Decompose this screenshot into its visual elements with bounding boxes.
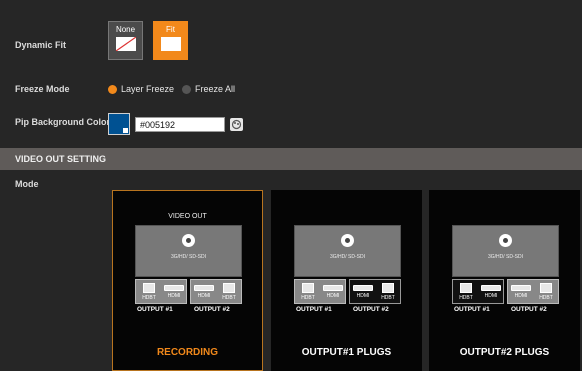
port-label: HDBT — [301, 295, 315, 301]
mode-card-recording[interactable]: VIDEO OUT 3G/HD/ SD-SDI HDBT HDMI HDMI H… — [112, 190, 263, 371]
output-diagram: 3G/HD/ SD-SDI HDBT HDMI HDMI HDBT OUTPUT… — [135, 225, 242, 319]
sdi-panel: 3G/HD/ SD-SDI — [294, 225, 401, 277]
hdmi-port-icon — [194, 285, 214, 291]
mode-card-output1-plugs[interactable]: 3G/HD/ SD-SDI HDBT HDMI HDMI HDBT OUTPUT… — [271, 190, 422, 371]
bnc-connector-icon — [182, 234, 195, 247]
swatch-dropdown-icon — [123, 128, 128, 133]
port-label: HDBT — [222, 295, 236, 301]
fit-none-button[interactable]: None — [108, 21, 143, 60]
port-label: HDMI — [514, 293, 528, 299]
card-title: OUTPUT#2 PLUGS — [459, 347, 550, 358]
hdbt-port-icon — [540, 283, 552, 293]
port-label: HDMI — [484, 293, 498, 299]
hdmi-port-icon — [323, 285, 343, 291]
mode-label: Mode — [15, 179, 39, 189]
fit-none-label: None — [115, 25, 136, 34]
freeze-mode-label: Freeze Mode — [15, 84, 70, 94]
sdi-label: 3G/HD/ SD-SDI — [170, 254, 206, 260]
sdi-panel: 3G/HD/ SD-SDI — [452, 225, 559, 277]
radio-selected-icon — [108, 84, 117, 94]
hdbt-port-icon — [143, 283, 155, 293]
mode-card-output2-plugs[interactable]: 3G/HD/ SD-SDI HDBT HDMI HDMI HDBT OUTPUT… — [429, 190, 580, 371]
port-label: HDBT — [381, 295, 395, 301]
output-2-ports: HDMI HDBT — [349, 279, 401, 304]
port-label: HDMI — [197, 293, 211, 299]
output-2-label: OUTPUT #2 — [353, 306, 389, 313]
video-out-label: VIDEO OUT — [168, 213, 207, 220]
bnc-connector-icon — [499, 234, 512, 247]
hdmi-port-icon — [353, 285, 373, 291]
card-title: OUTPUT#1 PLUGS — [301, 347, 392, 358]
output-1-ports: HDBT HDMI — [294, 279, 346, 304]
output-diagram: 3G/HD/ SD-SDI HDBT HDMI HDMI HDBT OUTPUT… — [452, 225, 559, 319]
sdi-panel: 3G/HD/ SD-SDI — [135, 225, 242, 277]
radio-freeze-all[interactable]: Freeze All — [182, 84, 235, 94]
hdbt-port-icon — [302, 283, 314, 293]
fit-fit-icon — [161, 37, 181, 51]
hdmi-port-icon — [164, 285, 184, 291]
port-label: HDMI — [356, 293, 370, 299]
hdbt-port-icon — [223, 283, 235, 293]
output-1-ports: HDBT HDMI — [452, 279, 504, 304]
card-title: RECORDING — [156, 347, 219, 358]
output-diagram: 3G/HD/ SD-SDI HDBT HDMI HDMI HDBT OUTPUT… — [294, 225, 401, 319]
pip-background-label: Pip Background Color — [15, 117, 111, 127]
hdmi-port-icon — [481, 285, 501, 291]
fit-fit-button[interactable]: Fit — [153, 21, 188, 60]
radio-layer-freeze[interactable]: Layer Freeze — [108, 84, 174, 94]
output-1-label: OUTPUT #1 — [137, 306, 173, 313]
pip-color-swatch[interactable] — [108, 113, 130, 135]
output-1-label: OUTPUT #1 — [454, 306, 490, 313]
port-label: HDBT — [539, 295, 553, 301]
section-title: VIDEO OUT SETTING — [15, 154, 107, 164]
port-label: HDMI — [326, 293, 340, 299]
bnc-connector-icon — [341, 234, 354, 247]
hdbt-port-icon — [382, 283, 394, 293]
video-out-section-header: VIDEO OUT SETTING — [0, 148, 582, 170]
output-2-label: OUTPUT #2 — [194, 306, 230, 313]
port-label: HDBT — [459, 295, 473, 301]
output-2-ports: HDMI HDBT — [507, 279, 559, 304]
sdi-label: 3G/HD/ SD-SDI — [487, 254, 523, 260]
output-2-ports: HDMI HDBT — [190, 279, 242, 304]
radio-freeze-all-label: Freeze All — [195, 84, 236, 94]
hdmi-port-icon — [511, 285, 531, 291]
output-2-label: OUTPUT #2 — [511, 306, 547, 313]
radio-unselected-icon — [182, 84, 191, 94]
output-1-ports: HDBT HDMI — [135, 279, 187, 304]
pip-color-hex-input[interactable]: #005192 — [135, 117, 225, 132]
fit-none-icon — [116, 37, 136, 51]
hdbt-port-icon — [460, 283, 472, 293]
dynamic-fit-label: Dynamic Fit — [15, 40, 67, 50]
port-label: HDBT — [142, 295, 156, 301]
port-label: HDMI — [167, 293, 181, 299]
radio-layer-freeze-label: Layer Freeze — [121, 84, 175, 94]
fit-fit-label: Fit — [166, 25, 175, 34]
palette-icon[interactable] — [230, 118, 243, 131]
output-1-label: OUTPUT #1 — [296, 306, 332, 313]
sdi-label: 3G/HD/ SD-SDI — [329, 254, 365, 260]
